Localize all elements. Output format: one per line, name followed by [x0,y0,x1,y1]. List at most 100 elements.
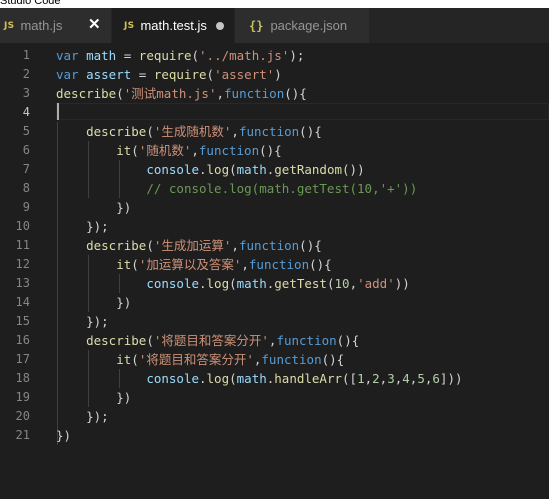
code-line[interactable]: 17 it('将题目和答案分开',function(){ [0,350,549,369]
code-token: math [236,276,267,291]
line-number: 13 [15,276,30,290]
code-token: ) [274,67,282,82]
code-token: '将题目和答案分开' [153,333,269,348]
code-token: }) [56,428,72,443]
code-token: }); [56,409,109,424]
code-token: ); [289,48,305,63]
code-token: console [146,371,199,386]
code-line[interactable]: 8 // console.log(math.getTest(10,'+')) [0,179,549,198]
code-token: '加运算以及答案' [138,257,242,272]
close-icon[interactable]: ✕ [88,15,101,33]
code-line[interactable]: 18 console.log(math.handleArr([1,2,3,4,5… [0,369,549,388]
code-line[interactable]: 7 console.log(math.getRandom()) [0,160,549,179]
code-line[interactable]: 19 }) [0,388,549,407]
line-number: 1 [22,48,30,62]
title-bar: Studio Code [0,0,549,8]
code-editor[interactable]: 1 var math = require('../math.js'); 2 var a… [0,43,549,499]
code-token: describe [86,124,147,139]
code-token: ()) [342,162,365,177]
code-token: 1 [357,371,365,386]
code-token: describe [86,333,147,348]
window-title: Studio Code [0,0,61,7]
code-line[interactable]: 16 describe('将题目和答案分开',function(){ [0,331,549,350]
code-token: '随机数' [138,143,192,158]
code-token: ( [131,143,139,158]
code-token: function [238,238,300,253]
code-line[interactable]: 10 }); [0,217,549,236]
code-line[interactable]: 4 [0,103,549,122]
code-line[interactable]: 12 it('加运算以及答案',function(){ [0,255,549,274]
code-token: math [86,48,117,63]
code-token: ( [146,333,154,348]
code-token: '生成随机数' [153,124,232,139]
line-number: 16 [15,333,30,347]
code-line[interactable]: 6 it('随机数',function(){ [0,141,549,160]
code-token: '测试math.js' [123,86,217,101]
code-token: , [364,371,373,386]
code-token: math [236,371,267,386]
tab-package-json[interactable]: {} package.json [235,8,369,43]
code-text: describe('生成随机数',function(){ [56,122,322,141]
line-number: 12 [15,257,30,271]
tab-math-test-js[interactable]: JS math.test.js [112,8,234,43]
code-token: )) [394,276,410,291]
line-number: 3 [22,86,30,100]
code-token: }); [56,314,109,329]
code-token: // console.log(math.getTest(10,'+')) [146,181,418,196]
code-token: '生成加运算' [153,238,232,253]
code-line[interactable]: 1 var math = require('../math.js'); [0,46,549,65]
code-token: }) [56,295,132,310]
tab-label: math.js [20,18,63,33]
code-line[interactable]: 9 }) [0,198,549,217]
code-token: , [231,238,239,253]
code-token: 3 [387,371,395,386]
line-number: 19 [15,390,30,404]
code-token: 'assert' [214,67,275,82]
line-number: 15 [15,314,30,328]
code-text: it('加运算以及答案',function(){ [56,255,331,274]
code-line[interactable]: 13 console.log(math.getTest(10,'add')) [0,274,549,293]
code-token: handleArr [274,371,343,386]
code-line[interactable]: 20 }); [0,407,549,426]
code-token: . [199,371,207,386]
code-token: ( [206,67,215,82]
code-token: = [116,48,139,63]
code-token: 10 [334,276,350,291]
code-line[interactable]: 3 describe('测试math.js',function(){ [0,84,549,103]
code-text: }); [56,312,109,331]
line-number: 5 [22,124,30,138]
code-text: }); [56,407,109,426]
code-token: '将题目和答案分开' [138,352,254,367]
code-text: // console.log(math.getTest(10,'+')) [56,179,417,198]
code-token: ( [326,276,335,291]
code-line[interactable]: 15 }); [0,312,549,331]
code-text: }) [56,426,71,445]
tab-math-js[interactable]: JS math.js ✕ [0,8,111,43]
code-line[interactable]: 5 describe('生成随机数',function(){ [0,122,549,141]
code-token: ( [229,162,237,177]
code-token: 2 [372,371,380,386]
code-text: }) [56,293,131,312]
line-number: 10 [15,219,30,233]
code-token: var [56,67,79,82]
code-line[interactable]: 14 }) [0,293,549,312]
code-token: . [199,276,207,291]
code-token: describe [56,86,117,101]
code-line[interactable]: 11 describe('生成加运算',function(){ [0,236,549,255]
code-token: ( [146,238,154,253]
unsaved-dot-icon[interactable] [216,22,224,30]
code-token: function [248,257,310,272]
code-line[interactable]: 2 var assert = require('assert') [0,65,549,84]
code-token: getRandom [274,162,343,177]
code-token: math [236,162,267,177]
line-number: 11 [15,238,30,252]
json-icon: {} [249,18,264,33]
code-line[interactable]: 21}) [0,426,549,445]
code-token: log [206,276,230,291]
code-text: console.log(math.getTest(10,'add')) [56,274,410,293]
code-token: (){ [284,86,307,101]
